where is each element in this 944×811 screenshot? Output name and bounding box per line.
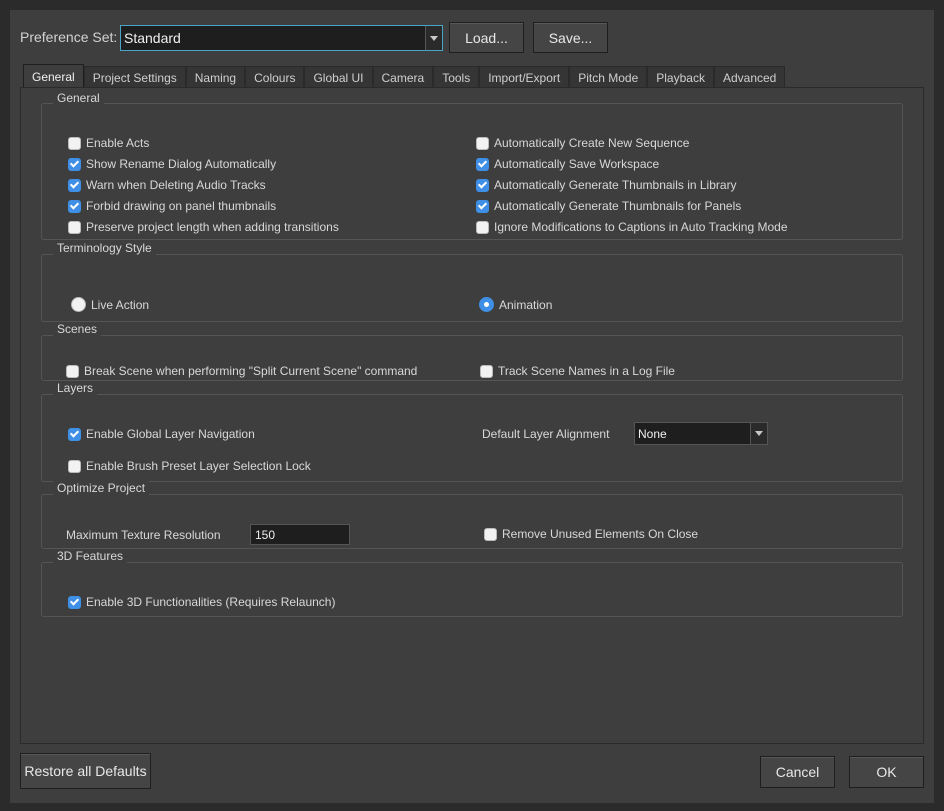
- checkbox-checked-icon[interactable]: [68, 595, 81, 609]
- tab-bar: General Project Settings Naming Colours …: [23, 64, 786, 88]
- auto-create-sequence-checkbox[interactable]: Automatically Create New Sequence: [476, 136, 689, 150]
- radio-selected-icon[interactable]: [479, 297, 494, 312]
- load-button[interactable]: Load...: [449, 22, 524, 53]
- live-action-radio[interactable]: Live Action: [71, 297, 149, 312]
- auto-save-workspace-checkbox[interactable]: Automatically Save Workspace: [476, 157, 659, 171]
- tab-project-settings[interactable]: Project Settings: [83, 66, 186, 88]
- terminology-group-title: Terminology Style: [53, 241, 156, 255]
- checkbox-checked-icon[interactable]: [68, 178, 81, 192]
- radio-unselected-icon[interactable]: [71, 297, 86, 312]
- layer-alignment-value: None: [638, 427, 667, 441]
- checkbox-checked-icon[interactable]: [476, 178, 489, 192]
- remove-unused-elements-checkbox[interactable]: Remove Unused Elements On Close: [484, 527, 698, 541]
- terminology-group: [41, 254, 903, 322]
- cancel-button[interactable]: Cancel: [760, 756, 835, 788]
- restore-defaults-button[interactable]: Restore all Defaults: [20, 753, 151, 789]
- max-texture-input[interactable]: 150: [250, 524, 350, 545]
- checkbox-unchecked-icon[interactable]: [68, 459, 81, 473]
- auto-thumbnails-panels-checkbox[interactable]: Automatically Generate Thumbnails for Pa…: [476, 199, 741, 213]
- checkbox-unchecked-icon[interactable]: [68, 220, 81, 234]
- preference-set-value: Standard: [124, 30, 181, 46]
- preference-set-dropdown[interactable]: Standard: [120, 25, 443, 51]
- checkbox-unchecked-icon[interactable]: [68, 136, 81, 150]
- auto-thumbnails-library-checkbox[interactable]: Automatically Generate Thumbnails in Lib…: [476, 178, 737, 192]
- save-button[interactable]: Save...: [533, 22, 608, 53]
- checkbox-checked-icon[interactable]: [476, 199, 489, 213]
- show-rename-dialog-checkbox[interactable]: Show Rename Dialog Automatically: [68, 157, 276, 171]
- general-group-title: General: [53, 91, 104, 105]
- checkbox-unchecked-icon[interactable]: [480, 364, 493, 378]
- checkbox-unchecked-icon[interactable]: [66, 364, 79, 378]
- animation-radio[interactable]: Animation: [479, 297, 552, 312]
- chevron-down-icon[interactable]: [750, 423, 767, 444]
- checkbox-checked-icon[interactable]: [68, 427, 81, 441]
- break-scene-checkbox[interactable]: Break Scene when performing "Split Curre…: [66, 364, 417, 378]
- tab-global-ui[interactable]: Global UI: [304, 66, 373, 88]
- features-3d-group-title: 3D Features: [53, 549, 128, 563]
- scenes-group-title: Scenes: [53, 322, 102, 336]
- tab-general[interactable]: General: [23, 64, 84, 88]
- tab-camera[interactable]: Camera: [372, 66, 434, 88]
- track-scene-names-checkbox[interactable]: Track Scene Names in a Log File: [480, 364, 675, 378]
- warn-delete-audio-checkbox[interactable]: Warn when Deleting Audio Tracks: [68, 178, 266, 192]
- optimize-group-title: Optimize Project: [53, 481, 150, 495]
- enable-acts-checkbox[interactable]: Enable Acts: [68, 136, 149, 150]
- preferences-dialog: Preference Set: Standard Load... Save...…: [10, 10, 934, 803]
- forbid-drawing-thumbnails-checkbox[interactable]: Forbid drawing on panel thumbnails: [68, 199, 276, 213]
- layer-alignment-label: Default Layer Alignment: [482, 427, 610, 441]
- ok-button[interactable]: OK: [849, 756, 924, 788]
- tab-advanced[interactable]: Advanced: [713, 66, 786, 88]
- layers-group-title: Layers: [53, 381, 98, 395]
- checkbox-unchecked-icon[interactable]: [484, 527, 497, 541]
- layer-alignment-dropdown[interactable]: None: [634, 422, 768, 445]
- checkbox-checked-icon[interactable]: [476, 157, 489, 171]
- tab-colours[interactable]: Colours: [245, 66, 305, 88]
- brush-preset-lock-checkbox[interactable]: Enable Brush Preset Layer Selection Lock: [68, 459, 311, 473]
- tab-import-export[interactable]: Import/Export: [479, 66, 570, 88]
- tab-playback[interactable]: Playback: [647, 66, 714, 88]
- preference-set-label: Preference Set:: [20, 29, 118, 45]
- tab-pitch-mode[interactable]: Pitch Mode: [569, 66, 648, 88]
- max-texture-label: Maximum Texture Resolution: [66, 528, 221, 542]
- global-layer-navigation-checkbox[interactable]: Enable Global Layer Navigation: [68, 427, 255, 441]
- tab-tools[interactable]: Tools: [433, 66, 480, 88]
- checkbox-unchecked-icon[interactable]: [476, 136, 489, 150]
- chevron-down-icon[interactable]: [425, 26, 442, 50]
- preserve-project-length-checkbox[interactable]: Preserve project length when adding tran…: [68, 220, 339, 234]
- checkbox-unchecked-icon[interactable]: [476, 220, 489, 234]
- ignore-caption-mods-checkbox[interactable]: Ignore Modifications to Captions in Auto…: [476, 220, 788, 234]
- checkbox-checked-icon[interactable]: [68, 199, 81, 213]
- tab-naming[interactable]: Naming: [185, 66, 246, 88]
- general-tab-panel: General Enable Acts Show Rename Dialog A…: [20, 87, 924, 744]
- enable-3d-checkbox[interactable]: Enable 3D Functionalities (Requires Rela…: [68, 595, 335, 609]
- checkbox-checked-icon[interactable]: [68, 157, 81, 171]
